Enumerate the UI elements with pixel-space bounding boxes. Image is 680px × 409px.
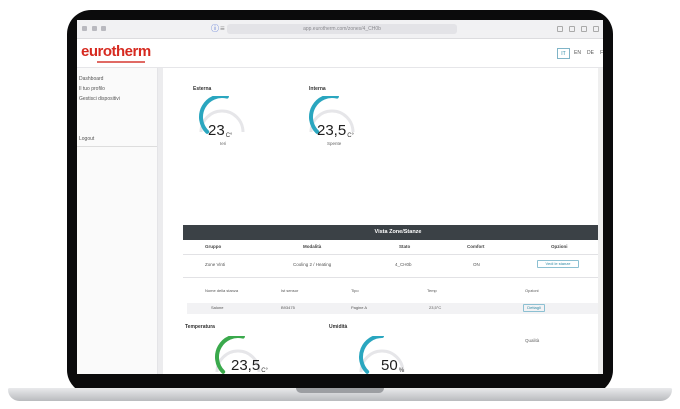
sub-th-opzioni: Opzioni [525, 288, 539, 293]
value-umidita: 50% [381, 357, 405, 375]
table-divider [183, 254, 603, 255]
cell-room-temp: 23,5°C [429, 305, 442, 310]
app-header: eurotherm IT EN DE FR [77, 39, 603, 68]
cell-gruppo: Zone Vinti [205, 262, 226, 267]
tools-icon[interactable]: ≡ [220, 24, 225, 34]
cell-comfort: ON [473, 262, 480, 267]
caption-esterna: Ieri [220, 141, 227, 146]
caption-interna: Spente [327, 141, 342, 146]
sub-th-nome: Nome della stanza [205, 288, 239, 293]
sub-th-sensor: Ist sensor [281, 288, 299, 293]
lang-button-en[interactable]: EN [571, 48, 584, 59]
row-divider [183, 277, 603, 278]
value-temperatura: 23,5C° [231, 357, 268, 375]
sidebar-item-devices[interactable]: Gestisci dispositivi [79, 96, 120, 103]
view-rooms-button[interactable]: Vedi le stanze [537, 260, 579, 268]
sidebar-item-profile[interactable]: Il tuo profilo [79, 86, 105, 93]
browser-toolbar: ⓘ ≡ app.eurotherm.com/zones/4_CH0b [77, 20, 603, 39]
value-interna: 23,5C° [317, 122, 354, 140]
cell-room-name: Salone [211, 305, 224, 310]
forward-icon[interactable] [101, 26, 106, 31]
lang-button-it[interactable]: IT [557, 48, 570, 59]
sidebar: Dashboard Il tuo profilo Gestisci dispos… [77, 68, 158, 374]
add-tab-icon[interactable] [581, 26, 587, 32]
share-icon[interactable] [557, 26, 563, 32]
card-title-interna: Interna [309, 86, 326, 92]
cell-modalita: Cooling 2 / Heating [293, 262, 332, 267]
sidebar-item-logout[interactable]: Logout [79, 136, 94, 143]
sub-th-tipo: Tipo [351, 288, 359, 293]
laptop-notch [296, 388, 384, 393]
sidebar-divider [77, 146, 157, 147]
card-title-umidita: Umidità [329, 324, 348, 330]
lang-button-fr[interactable]: FR [597, 48, 603, 59]
th-modalita: Modalità [303, 244, 322, 249]
right-gutter [598, 68, 603, 374]
room-details-button[interactable]: Dettagli [523, 304, 545, 312]
card-title-esterna: Esterna [193, 86, 212, 92]
cell-stato: 4_CH0b [395, 262, 412, 267]
th-gruppo: Gruppo [205, 244, 222, 249]
cell-room-sensor: B93475 [281, 305, 295, 310]
main-content: Esterna 23C° Ieri Interna 23,5C° Spente … [163, 68, 603, 374]
logo-underline [97, 61, 145, 63]
lang-button-de[interactable]: DE [584, 48, 597, 59]
cell-room-tipo: Pagine A [351, 305, 368, 310]
screen: ⓘ ≡ app.eurotherm.com/zones/4_CH0b eurot… [77, 20, 603, 374]
reader-icon[interactable]: ⓘ [211, 24, 219, 34]
eurotherm-logo[interactable]: eurotherm [81, 44, 151, 60]
card-title-temperatura: Temperatura [185, 324, 215, 330]
tabs-icon[interactable] [569, 26, 575, 32]
quality-label: Qualità [525, 338, 540, 343]
th-opzioni: Opzioni [551, 244, 568, 249]
address-bar[interactable]: app.eurotherm.com/zones/4_CH0b [227, 24, 457, 34]
sidebar-toggle-icon[interactable] [82, 26, 87, 31]
value-esterna: 23C° [208, 122, 233, 140]
window-icon[interactable] [593, 26, 599, 32]
back-icon[interactable] [92, 26, 97, 31]
sidebar-item-dashboard[interactable]: Dashboard [79, 76, 103, 83]
sub-th-temp: Temp [427, 288, 437, 293]
th-comfort: Comfort [467, 244, 485, 249]
th-stato: Stato [399, 244, 411, 249]
zone-table-title: Vista Zone/Stanze [183, 225, 603, 240]
